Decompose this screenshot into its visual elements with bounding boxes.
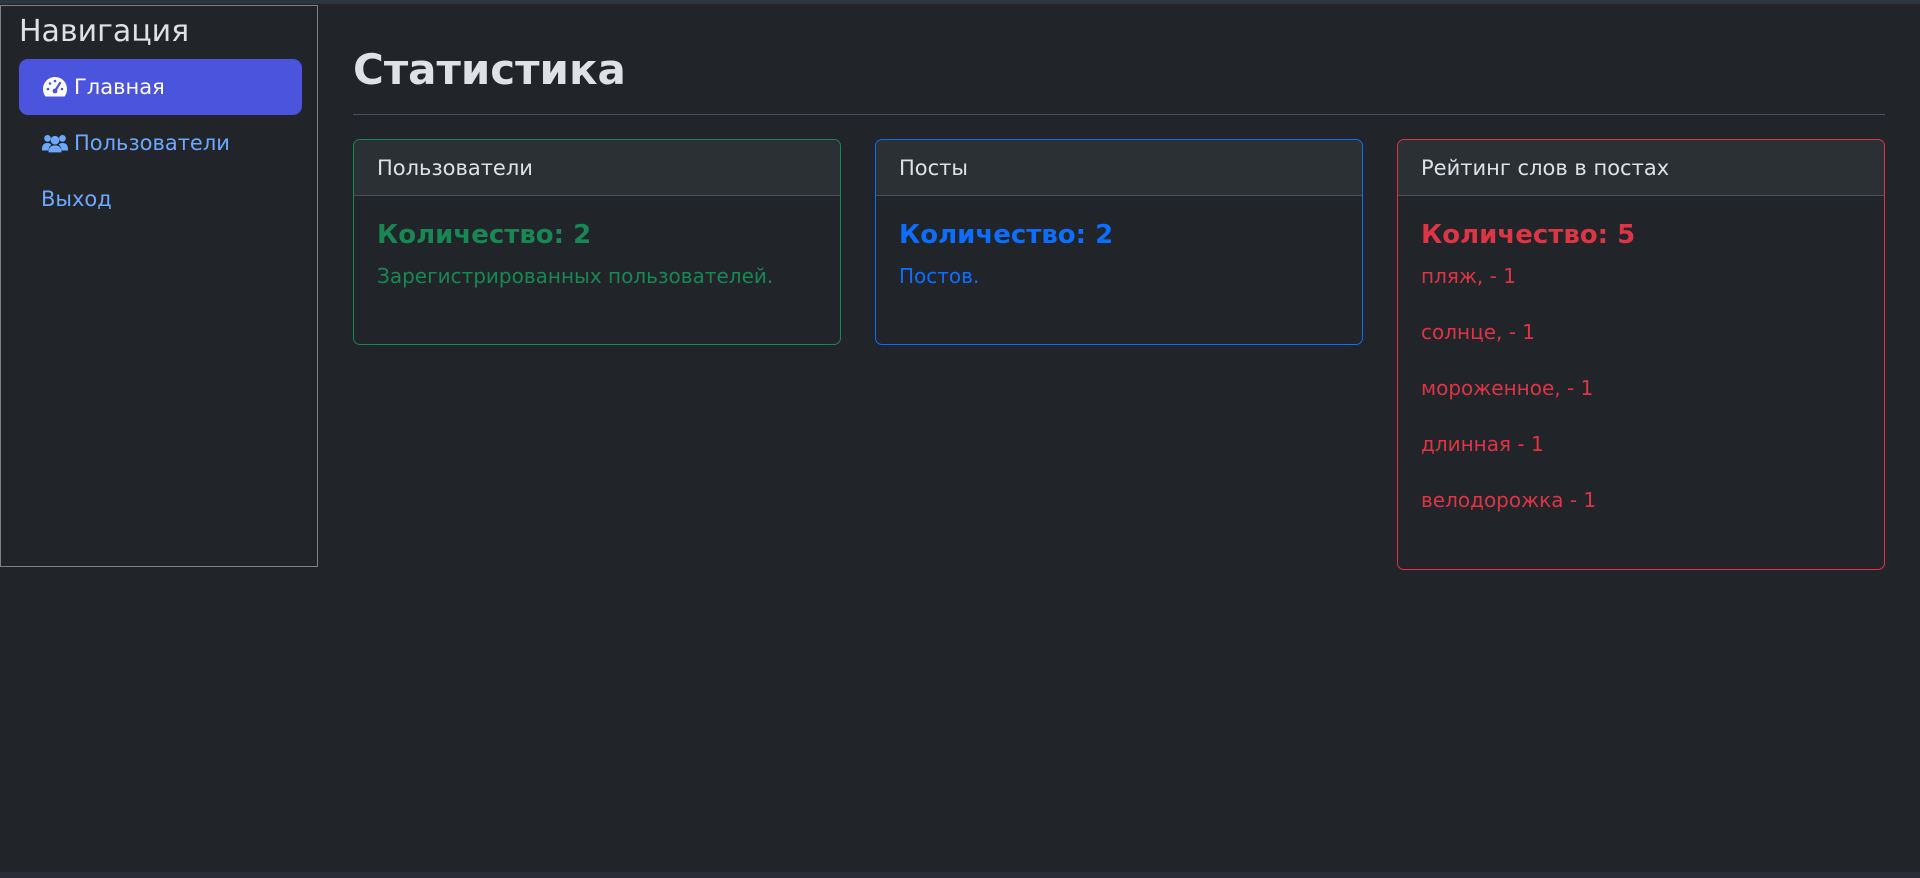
tachometer-icon xyxy=(41,75,69,99)
word-item: длинная - 1 xyxy=(1421,432,1544,456)
card-count: Количество: 2 xyxy=(377,220,592,250)
card-text: Зарегистрированных пользователей. xyxy=(377,264,774,288)
users-icon xyxy=(41,131,69,155)
page-title: Статистика xyxy=(353,45,626,94)
word-item: мороженное, - 1 xyxy=(1421,376,1594,400)
card-count: Количество: 2 xyxy=(899,220,1114,250)
sidebar-item-users[interactable]: Пользователи xyxy=(19,115,302,171)
card-body: Количество: 5 пляж, - 1 солнце, - 1 моро… xyxy=(1398,196,1884,569)
bottom-border xyxy=(0,872,1920,878)
card-header: Рейтинг слов в постах xyxy=(1398,140,1884,196)
sidebar-title: Навигация xyxy=(19,14,190,49)
sidebar-item-label: Главная xyxy=(74,75,165,99)
card-count: Количество: 5 xyxy=(1421,220,1636,250)
word-item: пляж, - 1 xyxy=(1421,264,1516,288)
nav-list: Главная Пользователи Выход xyxy=(19,59,302,227)
posts-card: Посты Количество: 2 Постов. xyxy=(875,139,1363,345)
users-card: Пользователи Количество: 2 Зарегистриров… xyxy=(353,139,841,345)
card-header: Посты xyxy=(876,140,1362,196)
top-border xyxy=(0,0,1920,4)
sidebar: Навигация Главная Пользователи Выход xyxy=(0,5,318,567)
card-header: Пользователи xyxy=(354,140,840,196)
word-rating-card: Рейтинг слов в постах Количество: 5 пляж… xyxy=(1397,139,1885,570)
sidebar-item-label: Пользователи xyxy=(74,131,230,155)
title-divider xyxy=(353,114,1885,115)
card-body: Количество: 2 Постов. xyxy=(876,196,1362,344)
sidebar-item-logout[interactable]: Выход xyxy=(19,171,302,227)
sidebar-item-home[interactable]: Главная xyxy=(19,59,302,115)
word-item: велодорожка - 1 xyxy=(1421,488,1597,512)
sidebar-item-label: Выход xyxy=(41,187,112,211)
card-text: Постов. xyxy=(899,264,980,288)
card-body: Количество: 2 Зарегистрированных пользов… xyxy=(354,196,840,344)
word-item: солнце, - 1 xyxy=(1421,320,1536,344)
